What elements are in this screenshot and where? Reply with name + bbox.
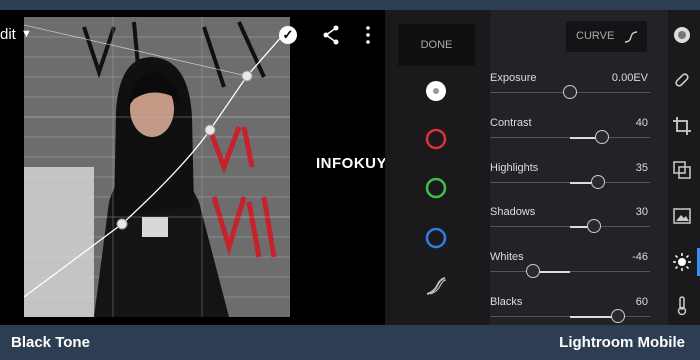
curve-icon xyxy=(624,31,638,43)
slider-track[interactable] xyxy=(490,271,650,272)
slider-label: Highlights xyxy=(490,162,539,174)
slider-label: Blacks xyxy=(490,296,523,308)
slider-thumb[interactable] xyxy=(595,130,609,144)
slider-row-exposure[interactable]: Exposure 0.00EV xyxy=(490,72,650,112)
presets-icon[interactable] xyxy=(672,25,692,45)
app-frame: dit ▼ ✓ INFOKUY.NET DONE CURVE Exposure 0… xyxy=(0,0,700,360)
selective-image-icon[interactable] xyxy=(672,206,692,226)
chevron-down-icon[interactable]: ▼ xyxy=(21,28,32,40)
slider-thumb[interactable] xyxy=(587,219,601,233)
edit-mode-label[interactable]: dit xyxy=(0,26,16,43)
slider-label: Shadows xyxy=(490,206,536,218)
photo-preview[interactable] xyxy=(24,17,290,317)
slider-row-whites[interactable]: Whites -46 xyxy=(490,251,650,291)
green-channel-icon[interactable] xyxy=(424,176,448,200)
healing-brush-icon[interactable] xyxy=(672,70,692,90)
more-options-icon[interactable] xyxy=(362,25,374,45)
curve-button[interactable]: CURVE xyxy=(566,21,647,52)
slider-value: 0.00EV xyxy=(611,72,648,84)
slider-value: 40 xyxy=(635,117,648,129)
light-sun-icon[interactable] xyxy=(672,252,692,272)
app-name-caption: Lightroom Mobile xyxy=(559,334,685,351)
curve-button-label: CURVE xyxy=(576,30,615,42)
slider-label: Exposure xyxy=(490,72,537,84)
slider-label: Contrast xyxy=(490,117,532,129)
slider-thumb[interactable] xyxy=(611,309,625,323)
share-icon[interactable] xyxy=(322,25,340,45)
photo-illustration xyxy=(24,17,290,317)
thermometer-color-icon[interactable] xyxy=(672,296,692,316)
slider-row-contrast[interactable]: Contrast 40 xyxy=(490,117,650,157)
slider-value: 30 xyxy=(635,206,648,218)
slider-value: -46 xyxy=(632,251,648,263)
slider-thumb[interactable] xyxy=(563,85,577,99)
curve-reset-icon[interactable] xyxy=(424,274,448,298)
slider-row-shadows[interactable]: Shadows 30 xyxy=(490,206,650,246)
luminance-channel-icon[interactable] xyxy=(424,79,448,103)
blue-channel-icon[interactable] xyxy=(424,226,448,250)
top-strip xyxy=(0,0,700,10)
versions-icon[interactable] xyxy=(672,160,692,180)
slider-row-highlights[interactable]: Highlights 35 xyxy=(490,162,650,202)
preset-name-caption: Black Tone xyxy=(11,334,90,351)
slider-value: 60 xyxy=(635,296,648,308)
crop-icon[interactable] xyxy=(672,116,692,136)
slider-thumb[interactable] xyxy=(526,264,541,278)
checkmark-icon[interactable]: ✓ xyxy=(279,26,297,44)
red-channel-icon[interactable] xyxy=(424,127,448,151)
slider-label: Whites xyxy=(490,251,524,263)
done-button[interactable]: DONE xyxy=(398,24,475,66)
slider-thumb[interactable] xyxy=(591,175,605,189)
slider-value: 35 xyxy=(635,162,648,174)
